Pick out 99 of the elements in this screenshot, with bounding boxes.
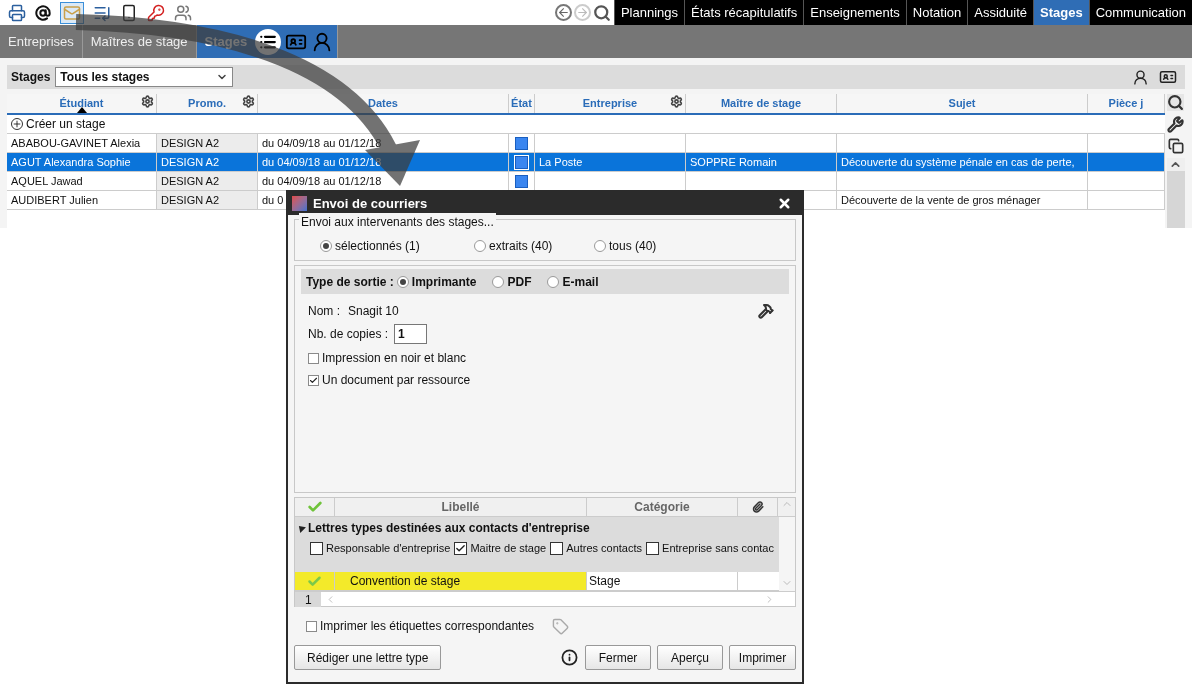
group-legend: Envoi aux intervenants des stages... [299, 213, 496, 231]
tools-icon[interactable] [758, 303, 774, 319]
radio-button[interactable] [396, 275, 409, 288]
dialog-title: Envoi de courriers [313, 194, 428, 213]
table-cell-text: SOPPRE Romain [690, 154, 777, 170]
column-header[interactable]: Entreprise [535, 94, 686, 113]
radio-button[interactable] [474, 240, 486, 252]
checkbox[interactable] [646, 541, 660, 555]
output-option[interactable]: E-mail [547, 272, 599, 291]
check-column-icon[interactable] [306, 499, 323, 515]
back-icon[interactable] [554, 4, 572, 21]
group-title[interactable]: Lettres types destinées aux contacts d'entreprise [297, 519, 777, 537]
column-header[interactable]: Promo. [157, 94, 258, 113]
table-cell-text: Découverte de la vente de gros ménager [841, 192, 1041, 208]
column-header[interactable]: Étudiant [7, 94, 157, 113]
table-cell-text: AQUEL Jawad [11, 173, 83, 189]
column-header[interactable]: État [509, 94, 535, 113]
main-tab[interactable]: États récapitulatifs [684, 0, 804, 25]
stages-dropdown[interactable]: Tous les stages [55, 67, 234, 87]
table-cell: Stage [587, 572, 738, 590]
table-cell-text: AUDIBERT Julien [11, 192, 99, 208]
table-cell-text: Découverte du système pénale en cas de perte, [841, 154, 1075, 170]
column-header[interactable]: Catégorie [587, 498, 738, 516]
table-cell-text: DESIGN A2 [161, 173, 220, 189]
settings-icon[interactable] [141, 95, 154, 108]
column-header[interactable]: Pièce j [1088, 94, 1165, 113]
radio-button[interactable] [547, 275, 560, 288]
printer-icon[interactable] [8, 3, 26, 22]
search-icon[interactable] [592, 3, 611, 22]
output-label: Type de sortie : [306, 273, 394, 291]
table-cell-text: DESIGN A2 [161, 135, 220, 151]
contact-filter[interactable]: Entreprise sans contac [646, 540, 774, 557]
create-stage-link[interactable]: Créer un stage [11, 115, 106, 133]
table-cell-text: AGUT Alexandra Sophie [11, 154, 131, 170]
main-tab[interactable]: Assiduité [967, 0, 1034, 25]
table-cell-text: DESIGN A2 [161, 192, 220, 208]
column-header[interactable]: Sujet [837, 94, 1088, 113]
table-cell-text: du 04/09/18 au 01/12/18 [262, 173, 382, 189]
table-cell-text: La Poste [539, 154, 583, 170]
print-button[interactable]: Imprimer [729, 645, 796, 670]
output-option[interactable]: PDF [492, 272, 532, 291]
table-cell-text: ABABOU-GAVINET Alexia [11, 135, 141, 151]
printer-name: Snagit 10 [348, 303, 399, 320]
column-header[interactable]: Dates [258, 94, 509, 113]
copy-icon[interactable] [1167, 138, 1184, 154]
app-logo-icon [292, 196, 307, 211]
main-tab[interactable]: Stages [1033, 0, 1089, 25]
labels-option[interactable]: Imprimer les étiquettes correspondantes [306, 617, 535, 635]
main-tab[interactable]: Plannings [613, 0, 684, 25]
letter-row[interactable]: Convention de stage Stage [295, 572, 779, 591]
plus-icon [11, 118, 23, 130]
table-row[interactable]: AGUT Alexandra Sophie DESIGN A2 du 04/09/18 au 01/12/18 La Poste SOPPRE Romain Découverte du système pénale en cas de perte, [7, 153, 1165, 172]
info-icon[interactable] [561, 649, 578, 666]
column-header[interactable]: Libellé [335, 498, 587, 516]
main-tab[interactable]: Communication [1088, 0, 1192, 25]
print-option[interactable]: Un document par ressource [308, 371, 782, 389]
settings-icon[interactable] [242, 95, 255, 108]
id-card-icon[interactable] [1159, 68, 1177, 86]
table-cell-text: du 04/09/18 au 01/12/18 [262, 154, 382, 170]
contact-filter[interactable]: Maitre de stage [454, 540, 547, 557]
close-icon[interactable] [777, 196, 792, 211]
check-icon[interactable] [307, 573, 322, 589]
radio-button[interactable] [320, 240, 332, 252]
recipient-option[interactable]: tous (40) [594, 237, 714, 255]
checkbox[interactable] [308, 374, 319, 386]
radio-button[interactable] [594, 240, 606, 252]
table-cell-text: DESIGN A2 [161, 154, 220, 170]
column-header[interactable]: Maître de stage [686, 94, 837, 113]
preview-button[interactable]: Aperçu [657, 645, 723, 670]
checkbox[interactable] [310, 541, 323, 555]
scrollbar[interactable] [1166, 158, 1185, 228]
checkbox[interactable] [308, 352, 319, 364]
radio-button[interactable] [492, 275, 505, 288]
main-tab[interactable]: Enseignements [803, 0, 906, 25]
checkbox[interactable] [306, 620, 317, 632]
write-letter-button[interactable]: Rédiger une lettre type [294, 645, 442, 670]
main-tab[interactable]: Notation [905, 0, 968, 25]
row-count: 1 [295, 592, 321, 607]
checkbox[interactable] [454, 541, 468, 555]
print-option[interactable]: Impression en noir et blanc [308, 349, 782, 367]
output-option[interactable]: Imprimante [396, 272, 477, 291]
paperclip-icon[interactable] [751, 501, 764, 513]
wrench-icon[interactable] [1167, 116, 1184, 133]
close-button[interactable]: Fermer [585, 645, 651, 670]
printer-name-label: Nom : [308, 303, 341, 320]
search-icon[interactable] [1167, 94, 1184, 111]
contact-filter[interactable]: Autres contacts [550, 540, 643, 557]
table-cell: Convention de stage [335, 572, 587, 590]
contact-filter[interactable]: Responsable d'entreprise [310, 540, 451, 557]
settings-icon[interactable] [670, 95, 683, 108]
at-sign-icon[interactable] [35, 4, 51, 21]
recipient-option[interactable]: extraits (40) [474, 237, 594, 255]
copies-label: Nb. de copies : [308, 326, 389, 343]
table-cell-text: du 0 [262, 192, 284, 208]
filter-label: Stages [11, 69, 51, 86]
recipient-option[interactable]: sélectionnés (1) [320, 237, 474, 255]
copies-input[interactable]: 1 [394, 324, 428, 344]
checkbox[interactable] [550, 541, 564, 555]
people-icon[interactable] [174, 3, 192, 22]
